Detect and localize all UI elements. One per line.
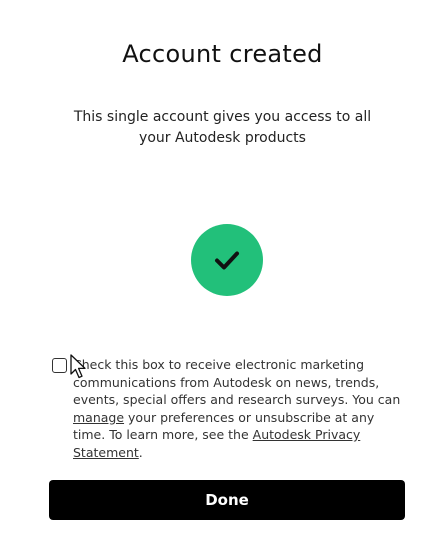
account-created-card: Account created This single account give… bbox=[0, 0, 445, 540]
check-icon bbox=[215, 251, 239, 270]
page-subtitle: This single account gives you access to … bbox=[73, 109, 372, 146]
consent-text-part-1: Check this box to receive electronic mar… bbox=[73, 357, 401, 407]
marketing-consent-checkbox[interactable] bbox=[52, 358, 67, 373]
consent-text-end: . bbox=[138, 444, 143, 460]
page-title: Account created bbox=[122, 40, 323, 68]
done-button[interactable]: Done bbox=[49, 480, 405, 520]
success-badge bbox=[191, 224, 263, 296]
manage-preferences-link[interactable]: manage bbox=[73, 410, 124, 425]
marketing-consent-text: Check this box to receive electronic mar… bbox=[73, 356, 410, 461]
